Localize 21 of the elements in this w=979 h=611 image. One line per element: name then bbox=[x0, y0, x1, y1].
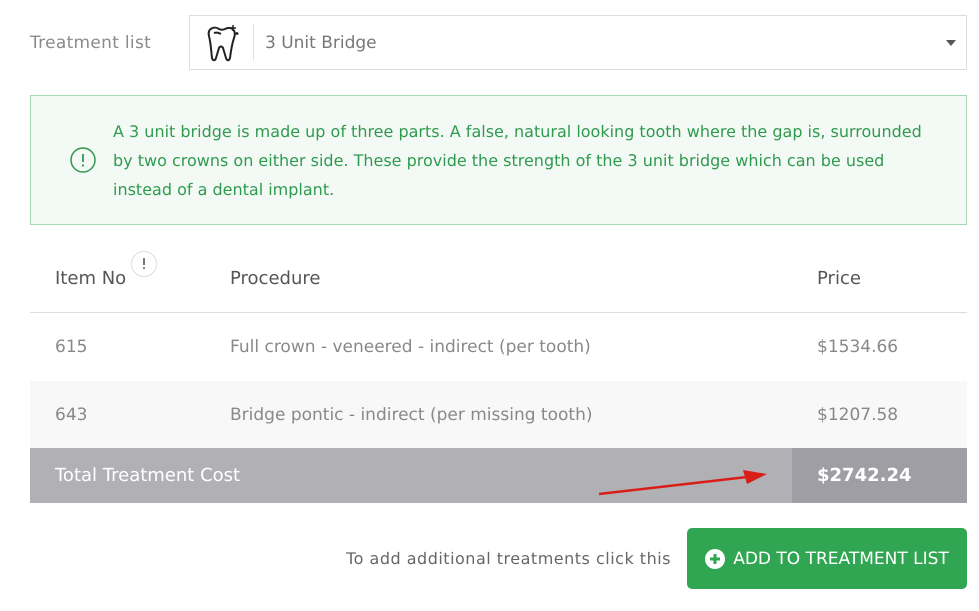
column-header: Item No bbox=[55, 268, 126, 289]
table-cell-text: 615 bbox=[54, 337, 88, 357]
info-icon[interactable] bbox=[130, 250, 158, 278]
table-cell-text: 643 bbox=[54, 404, 88, 424]
column-header: Procedure bbox=[229, 268, 322, 289]
total-price: $2742.24 bbox=[792, 448, 967, 503]
hint-text: To add additional treatments click this bbox=[346, 549, 671, 568]
add-to-treatment-list-button[interactable]: ADD TO TREATMENT LIST bbox=[687, 528, 967, 589]
total-label: Total Treatment Cost bbox=[30, 448, 792, 503]
tooth-icon bbox=[204, 24, 238, 62]
caret-icon bbox=[946, 40, 956, 46]
info-icon bbox=[69, 146, 97, 174]
table-cell-text: $1534.66 bbox=[816, 337, 900, 357]
table-cell-text: $1207.58 bbox=[816, 404, 900, 424]
table-cell-text: Bridge pontic - indirect (per missing tooth) bbox=[229, 404, 594, 424]
alert-text: A 3 unit bridge is made up of three parts. A false, natural looking tooth where the gap is, surrounded by two crowns on either side. These provide the strength of the 3 unit bridge which can be used instead of a dental implant. bbox=[113, 120, 923, 200]
plus-icon bbox=[705, 548, 726, 568]
table-cell-text: Full crown - veneered - indirect (per tooth) bbox=[229, 337, 592, 357]
field-label: Treatment list bbox=[30, 32, 152, 52]
treatment-select[interactable]: 3 Unit Bridge bbox=[189, 15, 967, 70]
column-header: Price bbox=[816, 268, 862, 289]
